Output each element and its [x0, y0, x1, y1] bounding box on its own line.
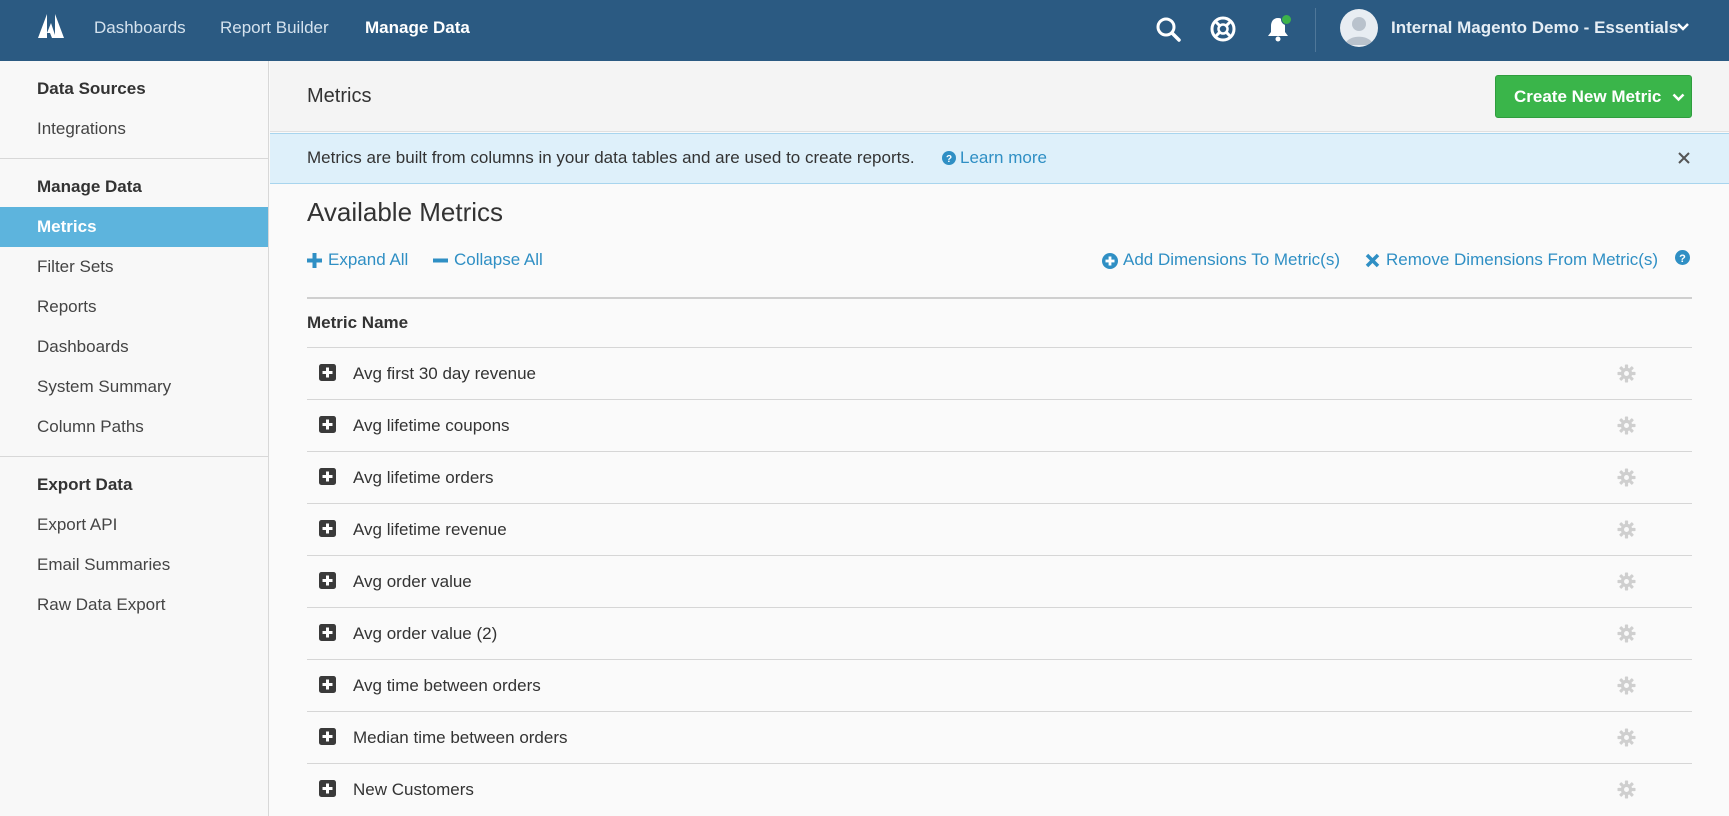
close-icon[interactable] — [1677, 151, 1691, 165]
create-new-metric-button[interactable]: Create New Metric — [1495, 75, 1692, 118]
top-navigation-bar: Dashboards Report Builder Manage Data In… — [0, 0, 1729, 61]
collapse-all-label: Collapse All — [454, 250, 543, 269]
account-name[interactable]: Internal Magento Demo - Essentials — [1391, 18, 1678, 38]
search-icon[interactable] — [1154, 15, 1182, 43]
metric-name[interactable]: Avg lifetime orders — [353, 468, 493, 488]
column-header-metric-name: Metric Name — [307, 313, 409, 332]
gear-icon[interactable] — [1617, 468, 1636, 487]
chevron-down-icon[interactable] — [1676, 22, 1690, 32]
table-top-border — [307, 297, 1692, 299]
gear-icon[interactable] — [1617, 572, 1636, 591]
gear-icon[interactable] — [1617, 364, 1636, 383]
sidebar-item-export-api[interactable]: Export API — [0, 505, 268, 545]
metric-name[interactable]: Avg time between orders — [353, 676, 541, 696]
question-circle-icon[interactable]: ? — [1675, 250, 1690, 265]
expand-plus-square-icon[interactable] — [319, 468, 336, 485]
add-dimensions-label: Add Dimensions To Metric(s) — [1123, 250, 1340, 269]
section-title: Available Metrics — [307, 197, 504, 227]
table-row[interactable]: Median time between orders — [307, 711, 1692, 763]
help-lifebuoy-icon[interactable] — [1209, 15, 1237, 43]
table-row[interactable]: Avg lifetime coupons — [307, 399, 1692, 451]
gear-icon[interactable] — [1617, 780, 1636, 799]
expand-plus-square-icon[interactable] — [319, 572, 336, 589]
sidebar-item-email-summaries[interactable]: Email Summaries — [0, 545, 268, 585]
notification-dot — [1281, 14, 1292, 25]
topbar-divider — [1315, 8, 1316, 52]
table-row[interactable]: Avg order value (2) — [307, 607, 1692, 659]
expand-plus-square-icon[interactable] — [319, 364, 336, 381]
main-content: Metrics Create New Metric Metrics are bu… — [270, 61, 1729, 816]
collapse-all-link[interactable]: Collapse All — [433, 250, 543, 270]
gear-icon[interactable] — [1617, 624, 1636, 643]
page-header: Metrics Create New Metric — [270, 61, 1729, 132]
expand-plus-square-icon[interactable] — [319, 780, 336, 797]
info-banner: Metrics are built from columns in your d… — [270, 133, 1729, 184]
metric-name[interactable]: Avg order value — [353, 572, 472, 592]
metric-name[interactable]: New Customers — [353, 780, 474, 800]
nav-report-builder[interactable]: Report Builder — [220, 18, 329, 38]
svg-text:?: ? — [946, 154, 952, 165]
sidebar-item-metrics[interactable]: Metrics — [0, 207, 268, 247]
add-dimensions-link[interactable]: Add Dimensions To Metric(s) — [1102, 250, 1340, 270]
sidebar-item-reports[interactable]: Reports — [0, 287, 268, 327]
sidebar-divider — [0, 158, 268, 159]
sidebar: Data Sources Integrations Manage Data Me… — [0, 61, 269, 816]
sidebar-item-column-paths[interactable]: Column Paths — [0, 407, 268, 447]
sidebar-item-integrations[interactable]: Integrations — [0, 109, 268, 149]
sidebar-heading-manage-data: Manage Data — [37, 177, 142, 196]
expand-plus-square-icon[interactable] — [319, 676, 336, 693]
metric-name[interactable]: Avg first 30 day revenue — [353, 364, 536, 384]
learn-more-link[interactable]: Learn more — [960, 148, 1047, 168]
table-row[interactable]: Avg order value — [307, 555, 1692, 607]
x-icon — [1365, 253, 1380, 268]
gear-icon[interactable] — [1617, 520, 1636, 539]
remove-dimensions-link[interactable]: Remove Dimensions From Metric(s) — [1365, 250, 1658, 270]
sidebar-divider — [0, 456, 268, 457]
sidebar-item-raw-data-export[interactable]: Raw Data Export — [0, 585, 268, 625]
expand-all-link[interactable]: Expand All — [307, 250, 408, 270]
expand-all-label: Expand All — [328, 250, 409, 269]
table-row[interactable]: Avg lifetime orders — [307, 451, 1692, 503]
avatar[interactable] — [1340, 9, 1378, 47]
create-new-metric-label: Create New Metric — [1514, 86, 1662, 106]
metric-name[interactable]: Avg lifetime coupons — [353, 416, 510, 436]
expand-plus-square-icon[interactable] — [319, 520, 336, 537]
minus-icon — [433, 258, 448, 263]
avatar-icon — [1345, 17, 1373, 45]
sidebar-heading-export-data: Export Data — [37, 475, 133, 494]
metric-name[interactable]: Median time between orders — [353, 728, 568, 748]
expand-plus-square-icon[interactable] — [319, 416, 336, 433]
gear-icon[interactable] — [1617, 676, 1636, 695]
metric-name[interactable]: Avg lifetime revenue — [353, 520, 507, 540]
question-circle-icon: ? — [942, 151, 956, 165]
table-row[interactable]: Avg time between orders — [307, 659, 1692, 711]
sidebar-item-dashboards[interactable]: Dashboards — [0, 327, 268, 367]
table-row[interactable]: Avg lifetime revenue — [307, 503, 1692, 555]
table-row[interactable]: Avg first 30 day revenue — [307, 347, 1692, 399]
page-title: Metrics — [307, 85, 372, 107]
nav-dashboards[interactable]: Dashboards — [94, 18, 186, 38]
banner-text: Metrics are built from columns in your d… — [307, 148, 915, 167]
metric-name[interactable]: Avg order value (2) — [353, 624, 497, 644]
remove-dimensions-label: Remove Dimensions From Metric(s) — [1386, 250, 1659, 269]
gear-icon[interactable] — [1617, 728, 1636, 747]
sidebar-heading-data-sources: Data Sources — [37, 79, 146, 98]
gear-icon[interactable] — [1617, 416, 1636, 435]
plus-icon — [307, 253, 322, 268]
nav-manage-data[interactable]: Manage Data — [365, 18, 470, 38]
adobe-logo-icon[interactable] — [38, 14, 64, 38]
expand-plus-square-icon[interactable] — [319, 624, 336, 641]
expand-plus-square-icon[interactable] — [319, 728, 336, 745]
sidebar-item-filter-sets[interactable]: Filter Sets — [0, 247, 268, 287]
chevron-down-icon — [1672, 93, 1685, 102]
table-row[interactable]: New Customers — [307, 763, 1692, 815]
svg-text:?: ? — [1679, 253, 1686, 265]
sidebar-item-system-summary[interactable]: System Summary — [0, 367, 268, 407]
plus-circle-icon — [1102, 253, 1118, 269]
